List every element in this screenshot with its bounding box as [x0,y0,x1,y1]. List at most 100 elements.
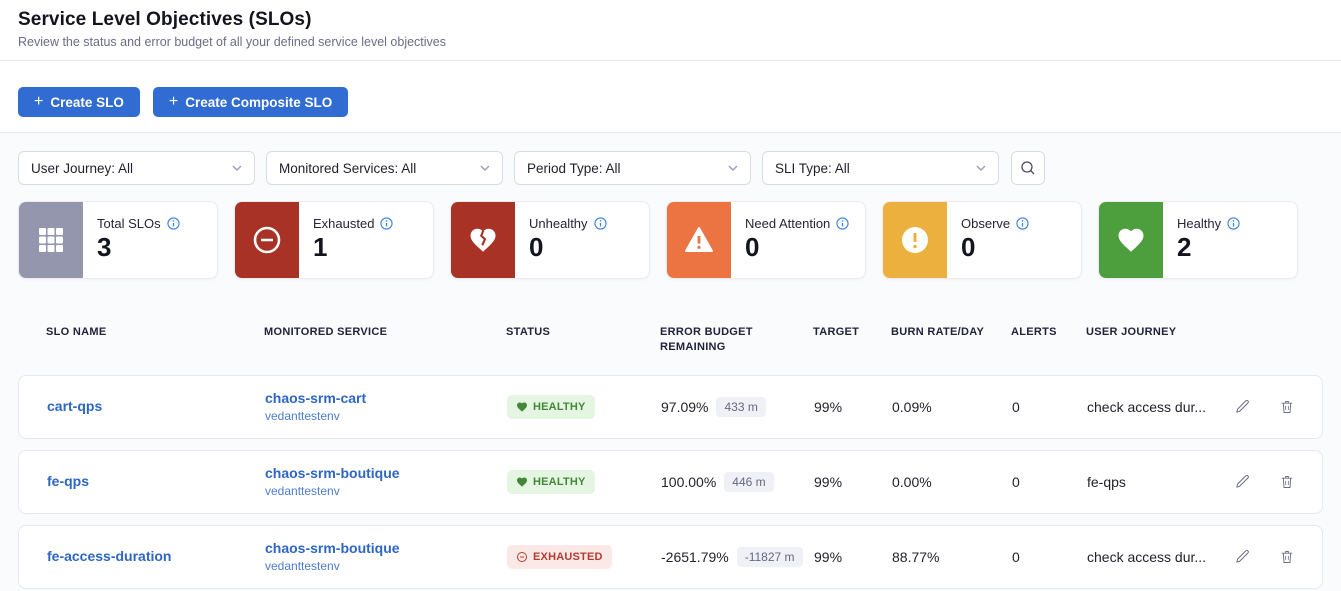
target-value: 99% [814,549,892,565]
create-slo-button[interactable]: + Create SLO [18,87,140,117]
col-error-budget: Error Budget Remaining [660,325,813,355]
burn-rate-value: 88.77% [892,549,1012,565]
period-type-filter[interactable]: Period Type: All [514,151,751,185]
error-budget-minutes: -11827 m [737,547,803,567]
burn-rate-value: 0.09% [892,399,1012,415]
monitored-service-link[interactable]: chaos-srm-boutique [265,540,507,558]
healthy-label: Healthy [1177,216,1221,231]
trash-icon [1279,548,1295,565]
pencil-icon [1234,398,1251,415]
chevron-down-icon [728,165,738,171]
need-attention-card[interactable]: Need Attention 0 [666,201,866,279]
search-button[interactable] [1011,151,1045,185]
info-icon[interactable] [1016,217,1029,230]
monitored-service-link[interactable]: chaos-srm-cart [265,390,507,408]
user-journey-filter[interactable]: User Journey: All [18,151,255,185]
content-area: User Journey: All Monitored Services: Al… [0,133,1341,591]
status-text: HEALTHY [533,476,586,488]
create-composite-slo-button[interactable]: + Create Composite SLO [153,87,348,117]
sli-type-filter[interactable]: SLI Type: All [762,151,999,185]
error-budget-pct: -2651.79% [661,549,729,565]
edit-button[interactable] [1232,471,1253,492]
actions-bar: + Create SLO + Create Composite SLO [0,61,1341,133]
plus-icon: + [34,94,43,110]
col-monitored-service: Monitored Service [264,325,506,340]
slo-name-link[interactable]: fe-access-duration [47,548,171,564]
delete-button[interactable] [1277,546,1297,567]
alerts-count: 0 [1012,549,1087,565]
info-icon[interactable] [1227,217,1240,230]
user-journey-value: check access dur... [1087,549,1232,565]
exhausted-card[interactable]: Exhausted 1 [234,201,434,279]
heart-icon [516,401,528,413]
delete-button[interactable] [1277,396,1297,417]
col-burn-rate: Burn Rate/Day [891,325,1011,340]
total-slos-label: Total SLOs [97,216,161,231]
pencil-icon [1234,473,1251,490]
healthy-value: 2 [1177,234,1240,260]
alerts-count: 0 [1012,474,1087,490]
col-user-journey: User Journey [1086,325,1231,340]
status-badge: EXHAUSTED [507,545,612,569]
warning-triangle-icon [667,202,731,278]
error-budget-minutes: 446 m [724,472,773,492]
period-type-filter-label: Period Type: All [527,161,621,176]
status-text: EXHAUSTED [533,551,603,563]
delete-button[interactable] [1277,471,1297,492]
unhealthy-card[interactable]: Unhealthy 0 [450,201,650,279]
environment-link[interactable]: vedanttestenv [265,409,507,423]
sli-type-filter-label: SLI Type: All [775,161,850,176]
search-icon [1020,160,1036,176]
observe-card[interactable]: Observe 0 [882,201,1082,279]
table-row[interactable]: fe-qps chaos-srm-boutique vedanttestenv … [18,450,1323,514]
create-slo-label: Create SLO [50,95,124,110]
heart-icon [516,476,528,488]
target-value: 99% [814,474,892,490]
trash-icon [1279,473,1295,490]
table-row[interactable]: fe-access-duration chaos-srm-boutique ve… [18,525,1323,589]
info-icon[interactable] [836,217,849,230]
unhealthy-value: 0 [529,234,607,260]
slo-table: SLO Name Monitored Service Status Error … [18,303,1323,589]
monitored-services-filter[interactable]: Monitored Services: All [266,151,503,185]
monitored-service-link[interactable]: chaos-srm-boutique [265,465,507,483]
minus-circle-icon [516,551,528,563]
alerts-count: 0 [1012,399,1087,415]
trash-icon [1279,398,1295,415]
error-budget-pct: 100.00% [661,474,716,490]
slo-name-link[interactable]: cart-qps [47,398,102,414]
edit-button[interactable] [1232,546,1253,567]
filter-bar: User Journey: All Monitored Services: Al… [18,151,1323,185]
pencil-icon [1234,548,1251,565]
chevron-down-icon [232,165,242,171]
table-row[interactable]: cart-qps chaos-srm-cart vedanttestenv HE… [18,375,1323,439]
user-journey-value: check access dur... [1087,399,1232,415]
environment-link[interactable]: vedanttestenv [265,559,507,573]
info-icon[interactable] [167,217,180,230]
info-icon[interactable] [380,217,393,230]
target-value: 99% [814,399,892,415]
need-attention-value: 0 [745,234,849,260]
edit-button[interactable] [1232,396,1253,417]
environment-link[interactable]: vedanttestenv [265,484,507,498]
exclamation-circle-icon [883,202,947,278]
page-title: Service Level Objectives (SLOs) [18,9,1323,31]
user-journey-value: fe-qps [1087,474,1232,490]
error-budget-minutes: 433 m [716,397,765,417]
healthy-card[interactable]: Healthy 2 [1098,201,1298,279]
page-subtitle: Review the status and error budget of al… [18,35,1323,49]
total-slos-card[interactable]: Total SLOs 3 [18,201,218,279]
slo-name-link[interactable]: fe-qps [47,473,89,489]
info-icon[interactable] [594,217,607,230]
total-slos-value: 3 [97,234,180,260]
chevron-down-icon [480,165,490,171]
col-status: Status [506,325,660,340]
minus-circle-icon [235,202,299,278]
chevron-down-icon [976,165,986,171]
status-text: HEALTHY [533,401,586,413]
create-composite-slo-label: Create Composite SLO [185,95,332,110]
grid-icon [19,202,83,278]
col-alerts: Alerts [1011,325,1086,340]
page-header: Service Level Objectives (SLOs) Review t… [0,0,1341,61]
exhausted-value: 1 [313,234,393,260]
